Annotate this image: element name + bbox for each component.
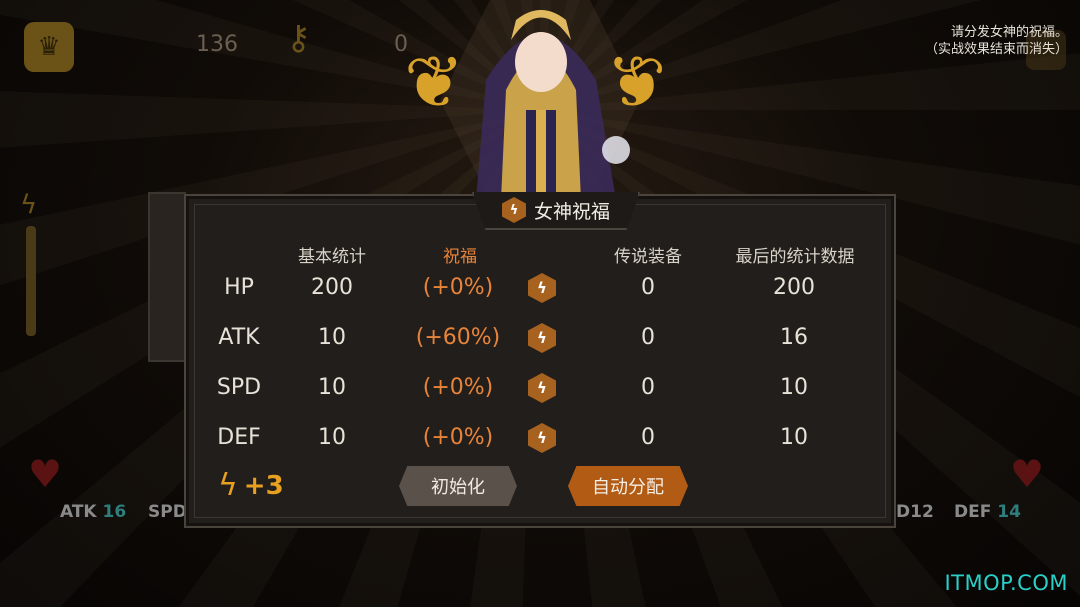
energy-bar-fill — [26, 226, 36, 336]
stat-legendary: 0 — [641, 275, 655, 300]
stat-base: 10 — [318, 325, 346, 350]
heart-icon: ♥ — [28, 452, 63, 496]
stat-final: 10 — [780, 375, 808, 400]
stat-final: 10 — [780, 425, 808, 450]
lightning-hex-icon: ϟ — [528, 323, 556, 353]
blessing-points: ϟ +3 — [218, 468, 284, 503]
auto-assign-button[interactable]: 自动分配 — [568, 466, 688, 506]
bottom-stat-enemy-d: D12 — [896, 502, 934, 522]
stat-blessing: (+0%) — [422, 275, 494, 300]
stat-final: 16 — [780, 325, 808, 350]
stat-label: HP — [224, 275, 254, 300]
bottom-stat-def: DEF 14 — [954, 502, 1021, 522]
stat-blessing: (+0%) — [422, 425, 494, 450]
lightning-hex-icon: ϟ — [528, 373, 556, 403]
stat-label: ATK — [218, 325, 260, 350]
header-base-stats: 基本统计 — [298, 247, 366, 267]
background-card-panel — [148, 192, 186, 362]
stat-blessing: (+0%) — [422, 375, 494, 400]
lightning-icon: ϟ — [218, 468, 238, 503]
header-legendary-gear: 传说装备 — [614, 247, 682, 267]
stat-row-atk: ATK 10 (+60%) ϟ 0 16 — [186, 318, 898, 358]
add-blessing-spd-button[interactable]: ϟ — [522, 368, 562, 408]
header-final-stats: 最后的统计数据 — [735, 247, 855, 267]
lightning-hex-icon: ϟ — [528, 423, 556, 453]
add-blessing-def-button[interactable]: ϟ — [522, 418, 562, 458]
lightning-hex-icon: ϟ — [528, 273, 556, 303]
bottom-stat-spd: SPD — [148, 502, 187, 522]
stat-row-spd: SPD 10 (+0%) ϟ 0 10 — [186, 368, 898, 408]
stat-label: SPD — [216, 375, 262, 400]
hint-text: 请分发女神的祝福。 （实战效果结束而消失） — [924, 25, 1068, 57]
stat-legendary: 0 — [641, 325, 655, 350]
stat-final: 200 — [773, 275, 815, 300]
header-blessing: 祝福 — [443, 247, 477, 267]
lightning-hex-icon: ϟ — [501, 197, 526, 223]
energy-bar: ϟ — [20, 190, 40, 340]
stat-label: DEF — [217, 425, 261, 450]
goddess-blessing-dialog: ϟ 女神祝福 基本统计 祝福 传说装备 最后的统计数据 HP 200 (+0%)… — [184, 192, 898, 528]
stat-blessing: (+60%) — [415, 325, 501, 350]
blessing-points-count: +3 — [243, 470, 284, 501]
dialog-title: 女神祝福 — [533, 200, 610, 223]
reset-button[interactable]: 初始化 — [399, 466, 517, 506]
stat-row-def: DEF 10 (+0%) ϟ 0 10 — [186, 418, 898, 458]
stat-base: 10 — [318, 375, 346, 400]
stat-legendary: 0 — [641, 375, 655, 400]
stat-row-hp: HP 200 (+0%) ϟ 0 200 — [186, 268, 898, 308]
bottom-stat-atk: ATK 16 — [60, 502, 127, 522]
goddess-portrait — [476, 10, 630, 200]
dialog-title-plate: ϟ 女神祝福 — [472, 192, 640, 230]
crown-icon: ♛ — [24, 22, 74, 72]
lightning-icon: ϟ — [20, 190, 38, 220]
watermark: ITMOP.COM — [944, 571, 1068, 595]
key-icon: ⚷ — [286, 18, 311, 58]
stat-legendary: 0 — [641, 425, 655, 450]
stat-base: 200 — [311, 275, 353, 300]
enemy-heart-icon: ♥ — [1010, 452, 1045, 496]
gold-count: 136 — [196, 32, 238, 57]
add-blessing-hp-button[interactable]: ϟ — [522, 268, 562, 308]
add-blessing-atk-button[interactable]: ϟ — [522, 318, 562, 358]
stat-base: 10 — [318, 425, 346, 450]
